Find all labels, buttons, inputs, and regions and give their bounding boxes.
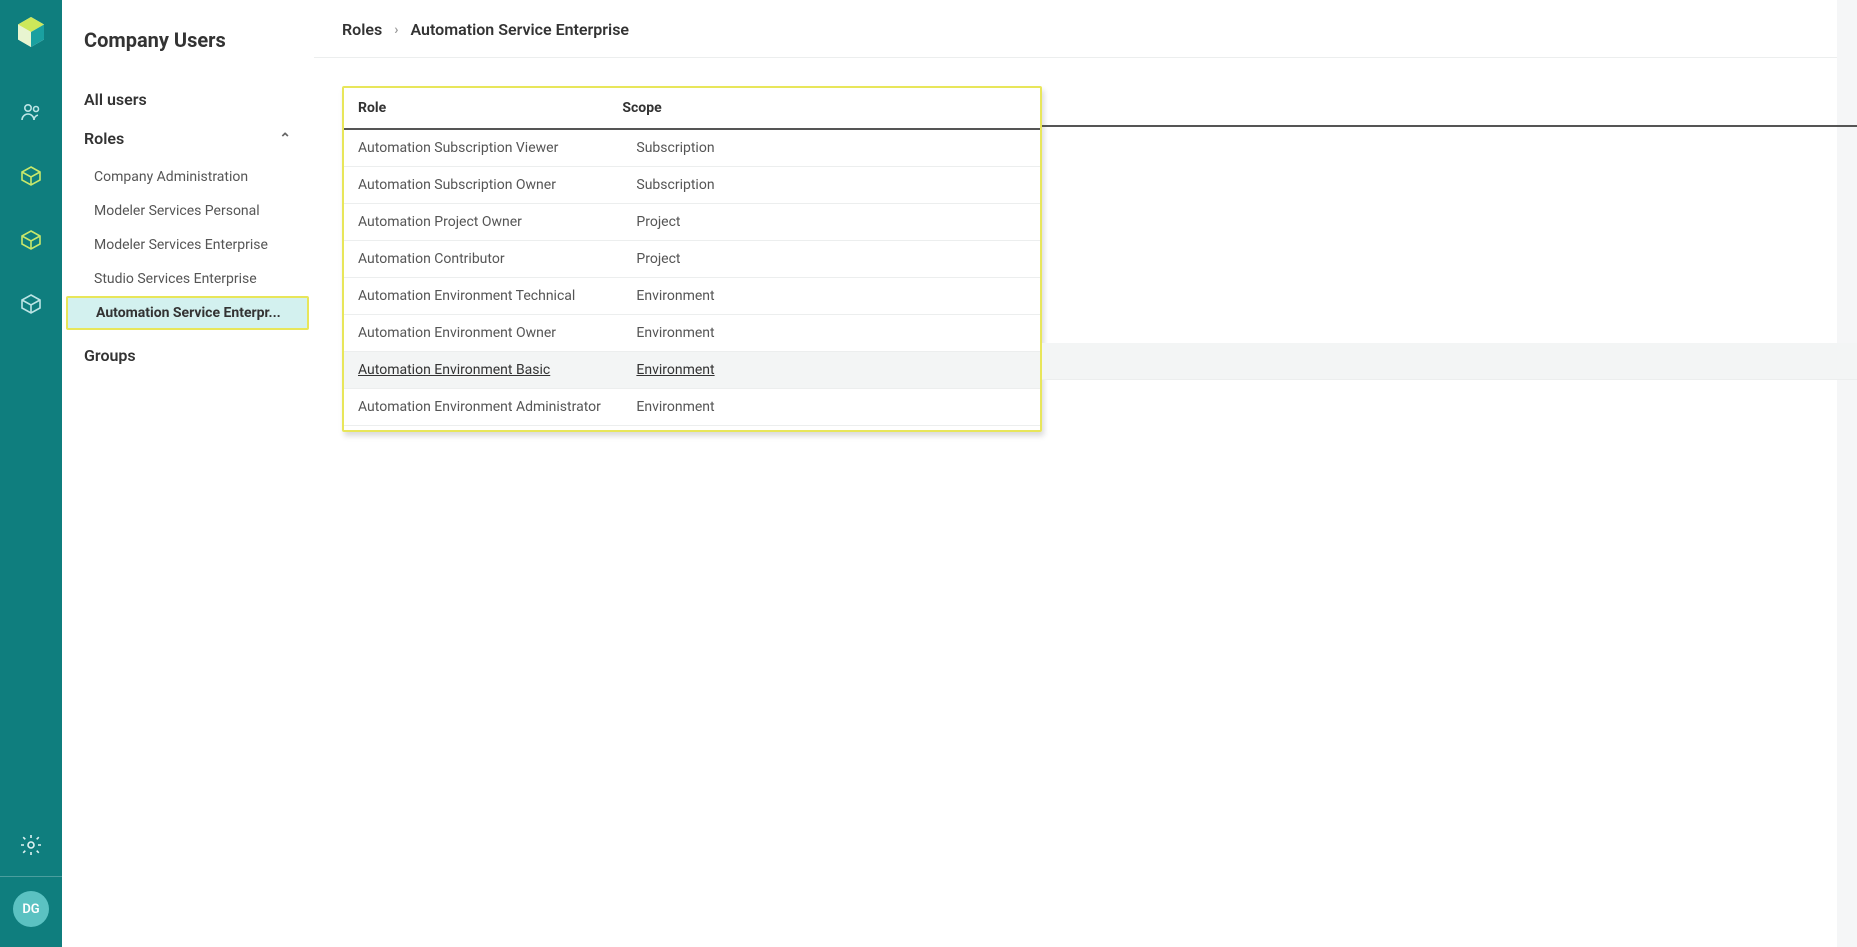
gear-icon xyxy=(19,833,43,857)
col-header-scope[interactable]: Scope xyxy=(622,88,1040,129)
col-header-role[interactable]: Role xyxy=(344,88,622,129)
table-row[interactable]: Automation Environment Administrator Env… xyxy=(344,389,1040,426)
table-row[interactable]: Automation Environment Basic Environment xyxy=(344,352,1040,389)
nav-label: All users xyxy=(84,90,147,109)
table-row[interactable]: Automation Subscription Owner Subscripti… xyxy=(344,167,1040,204)
table-row[interactable]: Automation Contributor Project xyxy=(344,241,1040,278)
role-item-modeler-personal[interactable]: Modeler Services Personal xyxy=(62,194,313,228)
cell-scope: Project xyxy=(622,241,1040,278)
breadcrumb-root[interactable]: Roles xyxy=(342,20,382,39)
rail-divider xyxy=(0,876,62,877)
cell-scope: Environment xyxy=(622,315,1040,352)
roles-table: Role Scope Automation Subscription Viewe… xyxy=(344,88,1040,426)
row-hover-ext xyxy=(1042,343,1857,380)
app-logo[interactable] xyxy=(10,10,52,52)
cell-scope: Environment xyxy=(622,389,1040,426)
panel-title: Company Users xyxy=(62,18,313,80)
table-highlight-box: Role Scope Automation Subscription Viewe… xyxy=(342,86,1042,432)
table-row[interactable]: Automation Subscription Viewer Subscript… xyxy=(344,129,1040,167)
avatar-initials: DG xyxy=(22,902,39,917)
cell-role: Automation Subscription Viewer xyxy=(344,129,622,167)
breadcrumb-current: Automation Service Enterprise xyxy=(410,20,629,39)
cell-scope: Environment xyxy=(622,278,1040,315)
roles-sublist: Company Administration Modeler Services … xyxy=(62,158,313,336)
cell-scope: Subscription xyxy=(622,167,1040,204)
user-avatar[interactable]: DG xyxy=(13,891,49,927)
nav-groups[interactable]: Groups xyxy=(62,336,313,375)
cell-role: Automation Environment Administrator xyxy=(344,389,622,426)
users-icon xyxy=(19,100,43,124)
role-item-automation-enterprise[interactable]: Automation Service Enterpr... xyxy=(66,296,309,330)
cell-role: Automation Contributor xyxy=(344,241,622,278)
roles-table-container: Role Scope Automation Subscription Viewe… xyxy=(342,86,1809,432)
cell-scope: Environment xyxy=(622,352,1040,389)
cube-outline-icon xyxy=(19,164,43,188)
table-row[interactable]: Automation Environment Technical Environ… xyxy=(344,278,1040,315)
content-card: Roles › Automation Service Enterprise Ro… xyxy=(314,0,1837,947)
cell-role: Automation Subscription Owner xyxy=(344,167,622,204)
breadcrumb: Roles › Automation Service Enterprise xyxy=(314,0,1837,58)
rail-users-icon[interactable] xyxy=(0,80,62,144)
settings-button[interactable] xyxy=(0,814,62,876)
cell-scope: Subscription xyxy=(622,129,1040,167)
cell-scope: Project xyxy=(622,204,1040,241)
cube-outline-icon xyxy=(19,292,43,316)
chevron-up-icon: ⌃ xyxy=(279,131,291,147)
rail-cube-1[interactable] xyxy=(0,144,62,208)
chevron-right-icon: › xyxy=(394,22,398,38)
nav-label: Roles xyxy=(84,129,124,148)
role-item-modeler-enterprise[interactable]: Modeler Services Enterprise xyxy=(62,228,313,262)
cube-outline-icon xyxy=(19,228,43,252)
main-area: Roles › Automation Service Enterprise Ro… xyxy=(314,0,1857,947)
cell-role: Automation Project Owner xyxy=(344,204,622,241)
side-panel: Company Users All users Roles ⌃ Company … xyxy=(62,0,314,947)
cell-role: Automation Environment Owner xyxy=(344,315,622,352)
rail-cube-3[interactable] xyxy=(0,272,62,336)
header-underline-ext xyxy=(1042,125,1857,127)
table-row[interactable]: Automation Environment Owner Environment xyxy=(344,315,1040,352)
role-item-company-admin[interactable]: Company Administration xyxy=(62,160,313,194)
cell-role: Automation Environment Basic xyxy=(344,352,622,389)
nav-all-users[interactable]: All users xyxy=(62,80,313,119)
role-item-studio-enterprise[interactable]: Studio Services Enterprise xyxy=(62,262,313,296)
nav-label: Groups xyxy=(84,346,136,365)
icon-rail: DG xyxy=(0,0,62,947)
cell-role: Automation Environment Technical xyxy=(344,278,622,315)
rail-cube-2[interactable] xyxy=(0,208,62,272)
nav-roles[interactable]: Roles ⌃ xyxy=(62,119,313,158)
hexagon-logo-icon xyxy=(15,15,47,47)
table-row[interactable]: Automation Project Owner Project xyxy=(344,204,1040,241)
